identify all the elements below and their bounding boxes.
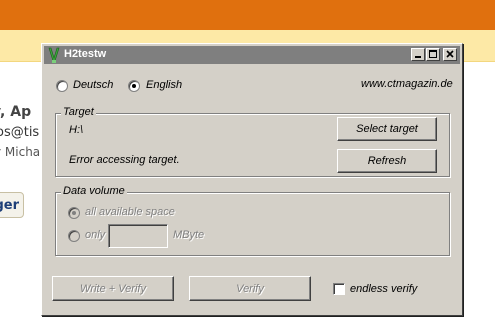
target-status: Error accessing target. bbox=[69, 154, 180, 166]
radio-all-available-space-label[interactable]: all available space bbox=[85, 206, 175, 218]
radio-only-label[interactable]: only bbox=[85, 229, 105, 241]
radio-english-label[interactable]: English bbox=[146, 79, 182, 91]
radio-only[interactable] bbox=[68, 230, 80, 242]
background-page-email: os@tis bbox=[0, 125, 40, 140]
radio-deutsch[interactable] bbox=[56, 80, 68, 92]
target-group-label: Target bbox=[61, 106, 96, 118]
radio-all-available-space[interactable] bbox=[68, 207, 80, 219]
mbyte-input[interactable] bbox=[108, 224, 168, 248]
minimize-icon bbox=[415, 56, 421, 58]
browser-header-bar bbox=[0, 0, 495, 30]
maximize-icon bbox=[429, 50, 437, 58]
endless-verify-checkbox[interactable] bbox=[333, 283, 345, 295]
h2testw-app-icon bbox=[48, 47, 60, 63]
select-target-button[interactable]: Select target bbox=[337, 117, 437, 141]
close-button[interactable] bbox=[443, 48, 457, 61]
website-link[interactable]: www.ctmagazin.de bbox=[361, 78, 453, 90]
refresh-button[interactable]: Refresh bbox=[337, 149, 437, 173]
target-path: H:\ bbox=[69, 124, 84, 136]
background-page-button[interactable]: ger bbox=[0, 192, 24, 218]
close-icon bbox=[446, 50, 454, 58]
verify-button[interactable]: Verify bbox=[189, 276, 311, 301]
mbyte-unit-label: MByte bbox=[173, 229, 205, 241]
endless-verify-label[interactable]: endless verify bbox=[350, 283, 417, 295]
title-bar[interactable]: H2testw bbox=[44, 46, 460, 64]
data-volume-group-label: Data volume bbox=[61, 185, 127, 197]
maximize-button[interactable] bbox=[426, 48, 440, 61]
background-page-heading: y, Ap bbox=[0, 104, 32, 120]
h2testw-window: H2testw Deutsch English www.ctmagazin.de… bbox=[41, 43, 463, 316]
minimize-button[interactable] bbox=[411, 48, 425, 61]
write-verify-button[interactable]: Write + Verify bbox=[52, 276, 174, 301]
radio-deutsch-label[interactable]: Deutsch bbox=[73, 79, 113, 91]
radio-english[interactable] bbox=[128, 80, 140, 92]
window-title: H2testw bbox=[64, 48, 107, 60]
background-page-author: y Micha bbox=[0, 145, 41, 159]
